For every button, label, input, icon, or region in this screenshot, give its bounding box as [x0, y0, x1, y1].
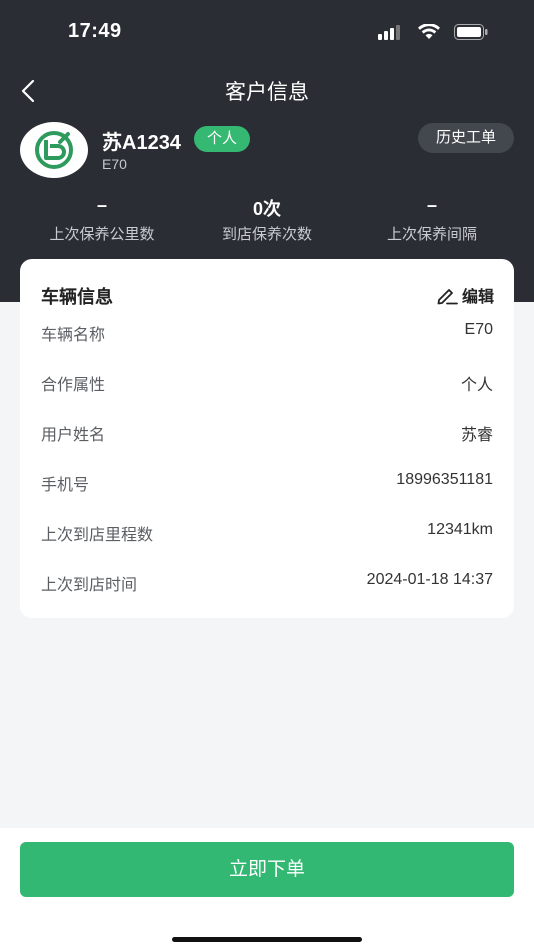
bottom-action-bar: 立即下单 — [0, 828, 534, 950]
stat-last-mileage: – 上次保养公里数 — [13, 195, 191, 244]
license-plate: 苏A1234 — [102, 132, 181, 154]
row-value: 18996351181 — [396, 471, 493, 488]
row-label: 上次到店里程数 — [41, 527, 154, 544]
row-value: E70 — [464, 321, 493, 338]
row-value: 2024-01-18 14:37 — [366, 571, 493, 588]
info-row-last-visit: 上次到店时间 2024-01-18 14:37 — [41, 571, 493, 595]
row-value: 个人 — [460, 377, 493, 394]
row-label: 手机号 — [41, 477, 90, 494]
signal-icon — [378, 24, 404, 45]
home-indicator — [172, 937, 362, 942]
stat-label: 上次保养间隔 — [386, 226, 477, 243]
edit-button[interactable]: 编辑 — [436, 283, 494, 307]
page-title: 客户信息 — [225, 81, 309, 104]
status-icons — [378, 23, 488, 45]
info-row-vehicle-name: 车辆名称 E70 — [41, 321, 493, 345]
row-label: 合作属性 — [41, 377, 106, 394]
info-row-phone: 手机号 18996351181 — [41, 471, 493, 495]
stat-label: 上次保养公里数 — [49, 226, 155, 243]
place-order-button[interactable]: 立即下单 — [20, 842, 514, 897]
stat-interval: – 上次保养间隔 — [343, 195, 521, 244]
status-time: 17:49 — [68, 20, 122, 42]
history-orders-button[interactable]: 历史工单 — [417, 123, 514, 153]
info-row-cooperation: 合作属性 个人 — [41, 371, 493, 395]
wifi-icon — [418, 23, 440, 45]
row-value: 苏睿 — [460, 427, 493, 444]
battery-icon — [454, 24, 488, 45]
stat-label: 到店保养次数 — [221, 226, 312, 243]
customer-profile: 苏A1234 个人 E70 历史工单 — [20, 122, 514, 182]
stat-value: – — [426, 195, 437, 215]
stat-visit-count: 0次 到店保养次数 — [178, 195, 356, 244]
vehicle-info-card: 车辆信息 编辑 车辆名称 E70 合作属性 个人 用户姓名 苏睿 手机号 189… — [20, 259, 514, 618]
edit-label: 编辑 — [461, 289, 494, 306]
row-value: 12341km — [427, 521, 493, 538]
row-label: 上次到店时间 — [41, 577, 138, 594]
info-row-last-mileage: 上次到店里程数 12341km — [41, 521, 493, 545]
pencil-icon — [437, 289, 458, 305]
customer-type-badge: 个人 — [194, 126, 251, 152]
stat-value: 0次 — [252, 199, 281, 219]
brand-logo — [20, 122, 88, 178]
maintenance-stats: – 上次保养公里数 0次 到店保养次数 – 上次保养间隔 — [0, 195, 534, 245]
navigation-bar: 客户信息 — [0, 64, 534, 116]
vehicle-model: E70 — [102, 156, 127, 172]
row-label: 用户姓名 — [41, 427, 106, 444]
info-row-user-name: 用户姓名 苏睿 — [41, 421, 493, 445]
stat-value: – — [96, 195, 107, 215]
row-label: 车辆名称 — [41, 327, 106, 344]
header: 17:49 客户信息 苏A1234 个人 E70 历史工单 – 上次保养公里数 … — [0, 0, 534, 302]
card-title: 车辆信息 — [41, 287, 113, 307]
status-bar: 17:49 — [0, 0, 534, 64]
